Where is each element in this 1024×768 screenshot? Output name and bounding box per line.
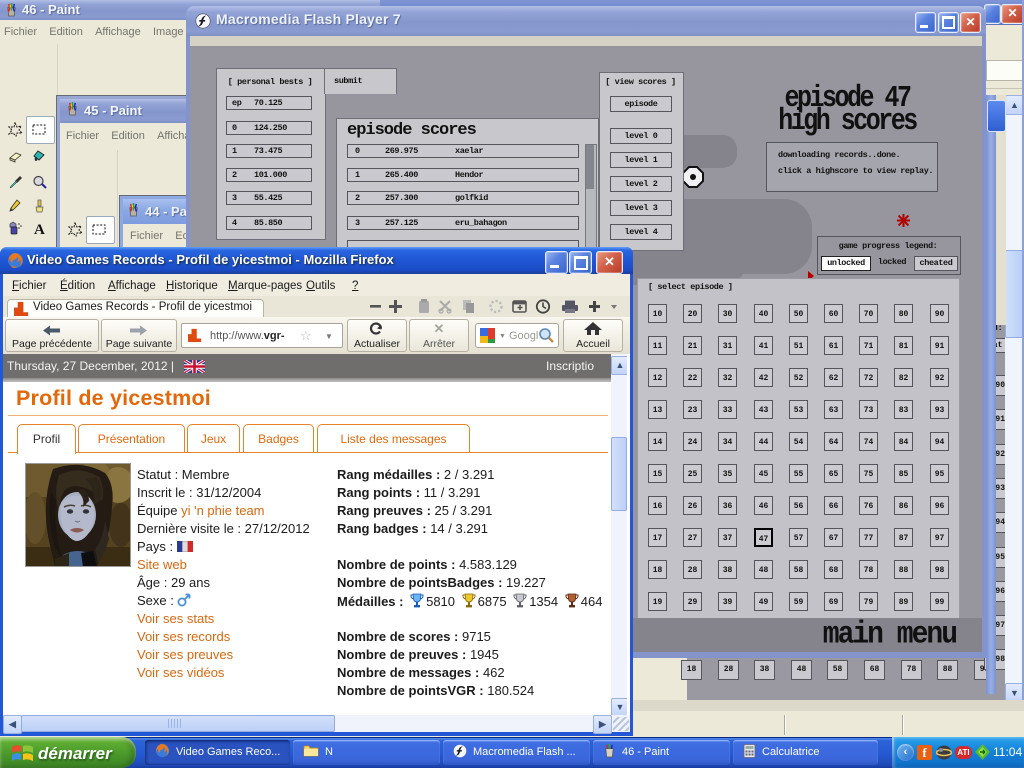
svg-text:A: A xyxy=(34,222,45,236)
